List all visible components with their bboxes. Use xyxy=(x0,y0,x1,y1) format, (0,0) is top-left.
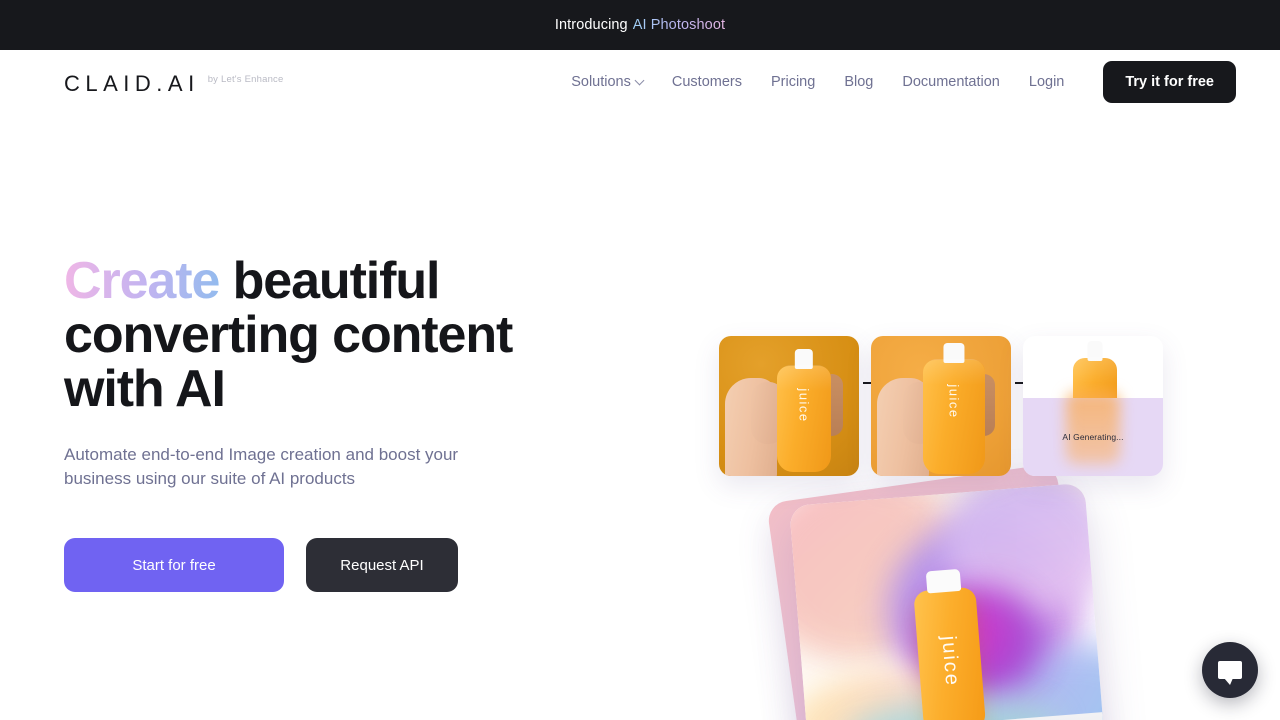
nav-item-solutions[interactable]: Solutions xyxy=(571,74,645,90)
hand-shape xyxy=(877,378,937,476)
try-it-for-free-button[interactable]: Try it for free xyxy=(1103,61,1236,103)
brand-logo[interactable]: CLAID.AI by Let's Enhance xyxy=(64,69,284,95)
step-card-source[interactable]: juice xyxy=(719,336,859,476)
juice-bottle-enhanced: juice xyxy=(923,343,985,474)
nav-label-documentation: Documentation xyxy=(902,74,1000,90)
headline-gradient-word: Create xyxy=(64,252,220,310)
main-nav: Solutions Customers Pricing Blog Documen… xyxy=(571,61,1236,103)
nav-label-login: Login xyxy=(1028,74,1065,90)
start-for-free-button[interactable]: Start for free xyxy=(64,538,284,593)
hero-visual: juice juice juice AI Generating... xyxy=(640,114,1280,720)
request-api-button[interactable]: Request API xyxy=(306,538,458,593)
announcement-bar[interactable]: Introducing AI Photoshoot xyxy=(0,0,1280,50)
hero-subheading: Automate end-to-end Image creation and b… xyxy=(64,445,459,489)
hero-copy: Create beautiful converting content with… xyxy=(64,254,624,593)
ai-generating-label: AI Generating... xyxy=(1062,431,1124,442)
brand-subtitle: by Let's Enhance xyxy=(207,74,284,85)
juice-bottle-large: juice xyxy=(913,568,987,720)
chat-widget-button[interactable] xyxy=(1202,642,1258,698)
bottle-label-enhanced: juice xyxy=(946,384,962,419)
bottle-label-large: juice xyxy=(937,634,964,688)
hand-shape xyxy=(725,378,785,476)
nav-item-documentation[interactable]: Documentation xyxy=(902,74,1000,90)
announcement-lead: Introducing xyxy=(554,17,628,33)
hero-button-row: Start for free Request API xyxy=(64,538,624,593)
nav-item-login[interactable]: Login xyxy=(1029,74,1064,90)
hero-section: Create beautiful converting content with… xyxy=(0,114,1280,720)
nav-label-pricing: Pricing xyxy=(770,74,816,90)
nav-item-customers[interactable]: Customers xyxy=(672,74,742,90)
nav-item-pricing[interactable]: Pricing xyxy=(771,74,815,90)
chevron-down-icon xyxy=(634,75,645,85)
nav-label-blog: Blog xyxy=(844,74,874,90)
brand-name: CLAID.AI xyxy=(64,71,200,96)
nav-label-customers: Customers xyxy=(671,74,742,90)
page-title: Create beautiful converting content with… xyxy=(64,254,624,416)
nav-item-blog[interactable]: Blog xyxy=(844,74,873,90)
bottle-label-source: juice xyxy=(796,388,812,423)
hero-product-photo: juice xyxy=(789,482,1107,720)
juice-bottle-source: juice xyxy=(777,349,831,472)
step-card-generating[interactable]: ◍ AI Generating... xyxy=(1023,336,1163,476)
announcement-highlight[interactable]: AI Photoshoot xyxy=(633,17,725,33)
ai-generating-overlay: AI Generating... xyxy=(1023,391,1163,476)
photo-scene: juice xyxy=(789,482,1107,720)
site-header: CLAID.AI by Let's Enhance Solutions Cust… xyxy=(0,50,1280,114)
nav-label-solutions: Solutions xyxy=(571,74,631,90)
chat-bubble-icon xyxy=(1218,661,1242,685)
step-card-enhanced[interactable]: juice xyxy=(871,336,1011,476)
